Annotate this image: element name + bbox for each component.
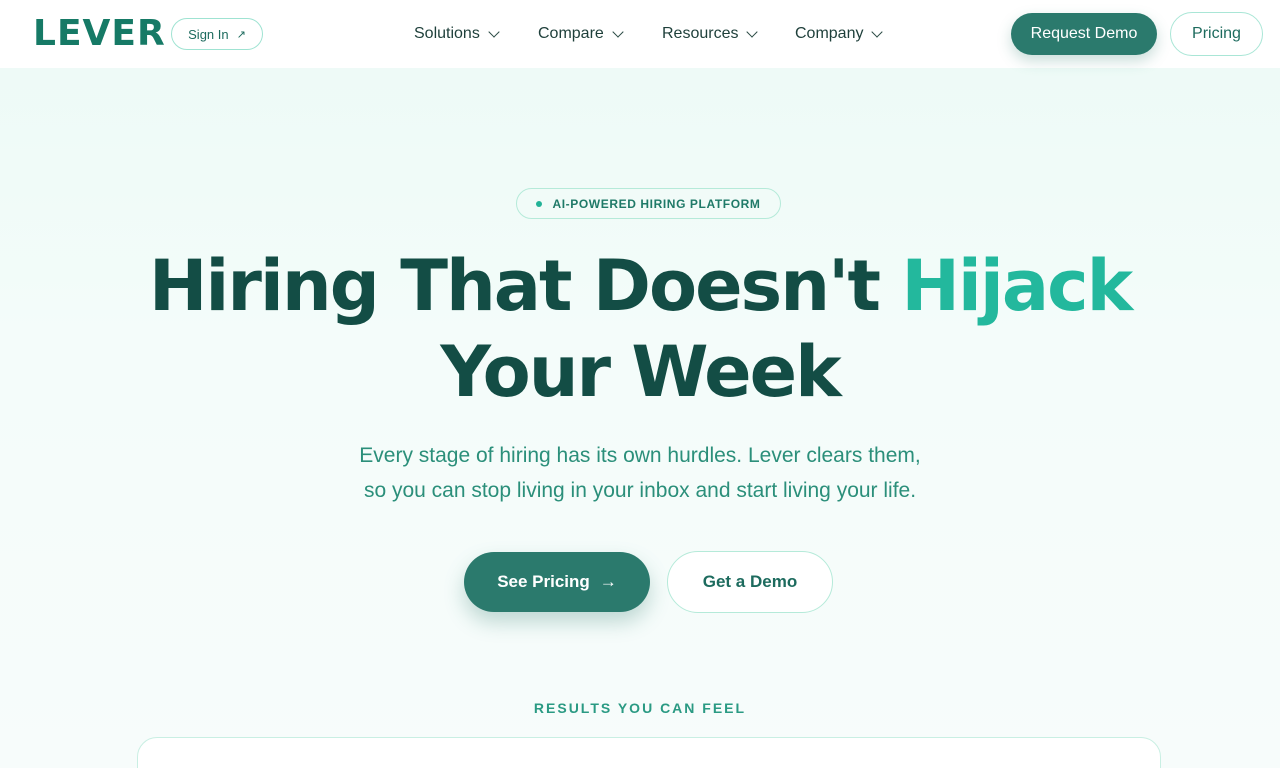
- sign-in-button[interactable]: Sign In ↗: [171, 18, 263, 50]
- dot-icon: [536, 200, 543, 207]
- chevron-down-icon: [746, 26, 759, 38]
- see-pricing-label: See Pricing: [497, 572, 590, 591]
- nav-item-compare[interactable]: Compare: [538, 22, 624, 46]
- pricing-button[interactable]: Pricing: [1170, 12, 1263, 56]
- subtitle-line-2: so you can stop living in your inbox and…: [363, 479, 917, 502]
- request-demo-button[interactable]: Request Demo: [1011, 13, 1157, 55]
- headline-accent: Hijack: [901, 245, 1133, 327]
- arrow-up-right-icon: ↗: [236, 28, 246, 41]
- nav-item-label: Solutions: [414, 25, 480, 42]
- nav-item-label: Resources: [662, 25, 739, 42]
- sign-in-label: Sign In: [188, 26, 229, 42]
- nav-item-resources[interactable]: Resources: [662, 22, 759, 46]
- lever-logo[interactable]: LEVER: [33, 14, 166, 54]
- results-card: [137, 737, 1161, 768]
- nav-item-company[interactable]: Company: [795, 22, 884, 46]
- headline-part1: Hiring That Doesn't: [148, 245, 902, 327]
- top-nav: LEVER Sign In ↗ Solutions Compare Resour…: [0, 0, 1280, 68]
- hero-headline: Hiring That Doesn't Hijack Your Week: [0, 243, 1280, 415]
- subtitle-line-1: Every stage of hiring has its own hurdle…: [359, 444, 921, 467]
- see-pricing-button[interactable]: See Pricing →: [464, 552, 650, 612]
- results-heading: RESULTS YOU CAN FEEL: [533, 700, 747, 716]
- chevron-down-icon: [488, 26, 500, 38]
- chevron-down-icon: [871, 26, 884, 38]
- headline-part2: Your Week: [440, 331, 841, 413]
- get-demo-button[interactable]: Get a Demo: [667, 551, 833, 613]
- chevron-down-icon: [612, 26, 624, 38]
- nav-item-label: Company: [795, 25, 864, 42]
- hero-subtitle: Every stage of hiring has its own hurdle…: [0, 438, 1280, 508]
- nav-item-solutions[interactable]: Solutions: [414, 22, 500, 46]
- arrow-right-icon: →: [599, 572, 617, 591]
- hero-badge: AI-POWERED HIRING PLATFORM: [516, 188, 781, 219]
- hero-badge-label: AI-POWERED HIRING PLATFORM: [552, 196, 761, 211]
- nav-item-label: Compare: [538, 25, 604, 42]
